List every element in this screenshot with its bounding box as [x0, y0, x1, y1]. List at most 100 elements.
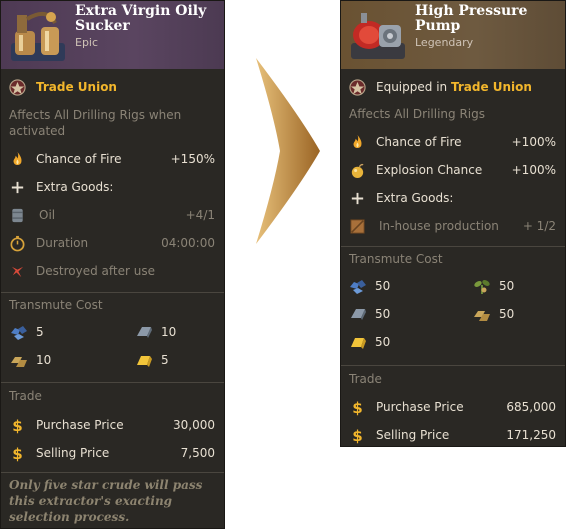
dollar-icon: $ [12, 445, 23, 462]
svg-text:$: $ [352, 427, 363, 444]
faction-name: Trade Union [36, 80, 117, 94]
trade-title: Trade [9, 389, 42, 403]
divider [1, 382, 224, 383]
selling-price-row: $ Selling Price 7,500 [1, 440, 224, 466]
svg-text:$: $ [352, 399, 363, 416]
stat-label: Extra Goods: [376, 191, 454, 205]
item-card-current: Extra Virgin Oily Sucker Epic Trade Unio… [0, 0, 225, 529]
trade-title: Trade [349, 372, 382, 386]
stat-label: Destroyed after use [36, 264, 155, 278]
stat-row-explosion-chance: Explosion Chance +100% [341, 157, 565, 183]
comparison-arrow-icon [256, 58, 320, 244]
dollar-icon: $ [352, 427, 363, 444]
stat-value: +4/1 [185, 208, 215, 222]
stat-label: In-house production [379, 219, 499, 233]
svg-text:$: $ [12, 417, 23, 434]
plant-icon [474, 280, 490, 294]
selling-price-value: 171,250 [506, 428, 556, 442]
divider [341, 365, 565, 366]
trade-union-emblem-icon [349, 79, 366, 96]
bronze-ingot-icon [11, 357, 27, 367]
destroyed-icon [11, 266, 24, 278]
stopwatch-icon [10, 235, 25, 252]
stat-value: +150% [170, 152, 215, 166]
stat-value: + 1/2 [522, 219, 556, 233]
cost-value: 5 [161, 353, 169, 367]
stat-value: +100% [511, 135, 556, 149]
equipped-row: Equipped in Trade Union [341, 74, 565, 100]
transmute-title: Transmute Cost [349, 252, 443, 266]
item-title: High Pressure Pump [415, 3, 528, 34]
flavor-text: Only five star crude will pass this extr… [9, 478, 203, 524]
oil-barrel-icon [12, 208, 23, 223]
svg-text:$: $ [12, 445, 23, 462]
stat-label: Chance of Fire [36, 152, 122, 166]
cost-value: 50 [499, 307, 515, 321]
cost-value: 5 [36, 325, 44, 339]
stat-row-extra-goods: Extra Goods: [1, 174, 224, 200]
item-description: Affects All Drilling Rigs [349, 107, 486, 121]
oil-sucker-thumbnail [11, 11, 65, 61]
stat-row-oil: Oil +4/1 [1, 202, 224, 228]
steel-ingot-icon [137, 327, 152, 338]
ore-icon [11, 326, 27, 340]
purchase-price-label: Purchase Price [36, 418, 124, 432]
dollar-icon: $ [12, 417, 23, 434]
purchase-price-row: $ Purchase Price 30,000 [1, 412, 224, 438]
divider [1, 472, 224, 473]
stat-label: Oil [39, 208, 56, 222]
purchase-price-value: 30,000 [173, 418, 215, 432]
divider [341, 246, 565, 247]
bomb-icon [351, 163, 364, 179]
selling-price-label: Selling Price [376, 428, 450, 442]
card-header: Extra Virgin Oily Sucker Epic [1, 1, 224, 69]
plus-icon [351, 192, 364, 205]
bronze-ingot-icon [474, 311, 490, 321]
stat-label: Explosion Chance [376, 163, 483, 177]
stat-row-extra-goods: Extra Goods: [341, 185, 565, 211]
item-rarity: Epic [75, 36, 99, 49]
item-description: Affects All Drilling Rigs when activated [9, 108, 182, 138]
selling-price-row: $ Selling Price 171,250 [341, 422, 565, 448]
cost-value: 50 [499, 279, 515, 293]
plus-icon [11, 181, 24, 194]
stat-row-chance-of-fire: Chance of Fire +150% [1, 146, 224, 172]
faction-name: Trade Union [450, 80, 532, 94]
cost-value: 10 [161, 325, 177, 339]
purchase-price-value: 685,000 [506, 400, 556, 414]
equipped-label: Equipped in Trade Union [376, 80, 532, 94]
item-rarity: Legendary [415, 36, 474, 49]
purchase-price-row: $ Purchase Price 685,000 [341, 394, 565, 420]
stat-row-destroyed: Destroyed after use [1, 258, 224, 284]
dollar-icon: $ [352, 399, 363, 416]
trade-union-emblem-icon [9, 79, 26, 96]
divider [1, 292, 224, 293]
transmute-title: Transmute Cost [9, 298, 103, 312]
fire-icon [13, 151, 22, 165]
gold-ingot-icon [351, 338, 366, 349]
selling-price-label: Selling Price [36, 446, 110, 460]
cost-value: 10 [36, 353, 52, 367]
stat-row-duration: Duration 04:00:00 [1, 230, 224, 256]
cost-value: 50 [375, 307, 391, 321]
gold-ingot-icon [137, 356, 152, 367]
stat-value: +100% [511, 163, 556, 177]
stat-label: Chance of Fire [376, 135, 462, 149]
stat-label: Duration [36, 236, 89, 250]
item-title: Extra Virgin Oily Sucker [75, 3, 207, 34]
pressure-pump-thumbnail [351, 13, 405, 59]
fire-icon [353, 134, 362, 148]
stat-label: Extra Goods: [36, 180, 114, 194]
faction-row: Trade Union [1, 74, 224, 100]
item-card-compare: High Pressure Pump Legendary Equipped in… [340, 0, 566, 447]
cost-value: 50 [375, 279, 391, 293]
ore-icon [350, 280, 366, 294]
stat-value: 04:00:00 [161, 236, 215, 250]
purchase-price-label: Purchase Price [376, 400, 464, 414]
crate-icon [350, 219, 365, 234]
selling-price-value: 7,500 [180, 446, 215, 460]
card-header: High Pressure Pump Legendary [341, 1, 565, 69]
stat-row-in-house-production: In-house production + 1/2 [341, 213, 565, 239]
steel-ingot-icon [351, 309, 366, 320]
cost-value: 50 [375, 335, 391, 349]
